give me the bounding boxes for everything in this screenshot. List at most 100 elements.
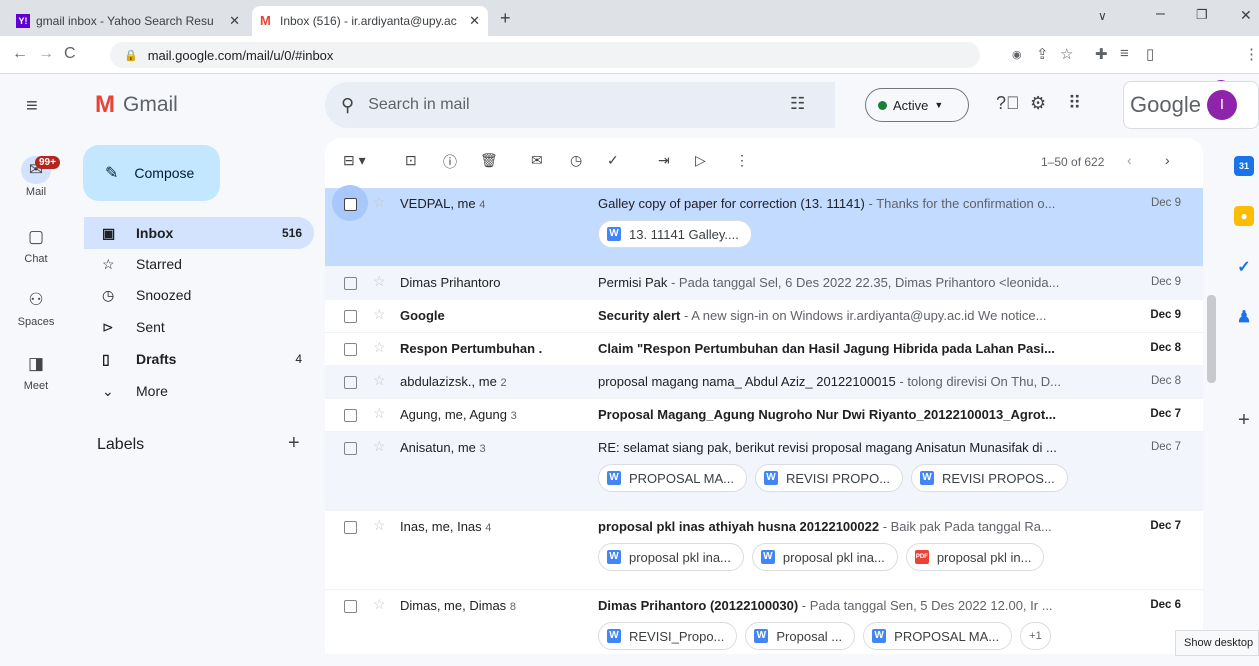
apps-grid-icon[interactable]: ⠿ <box>1068 93 1081 114</box>
add-to-tasks-icon[interactable]: ✓ <box>607 152 619 169</box>
settings-gear-icon[interactable]: ⚙ <box>1030 93 1046 114</box>
row-checkbox[interactable] <box>344 521 357 534</box>
rail-item-meet[interactable]: ◨ Meet <box>0 350 72 392</box>
more-attachments-chip[interactable]: +1 <box>1020 622 1051 650</box>
email-row[interactable]: ☆ Google Security alert - A new sign-in … <box>325 300 1203 333</box>
new-tab-button[interactable]: + <box>500 8 511 29</box>
attachment-chip[interactable]: W REVISI_Propo... <box>598 622 738 650</box>
older-page-icon[interactable]: › <box>1165 152 1170 168</box>
attachment-chip[interactable]: W Proposal ... <box>745 622 856 650</box>
add-label-button[interactable]: + <box>288 432 300 455</box>
keep-icon[interactable]: ● <box>1234 206 1254 226</box>
close-tab-icon[interactable]: ✕ <box>469 13 480 29</box>
sidebar-item-inbox[interactable]: ▣ Inbox 516 <box>84 217 314 249</box>
url-field[interactable]: 🔒 mail.google.com/mail/u/0/#inbox <box>110 42 980 68</box>
email-row[interactable]: ☆ Dimas Prihantoro Permisi Pak - Pada ta… <box>325 267 1203 300</box>
attachment-chip[interactable]: W PROPOSAL MA... <box>598 464 747 492</box>
reading-list-icon[interactable]: ≡ <box>1120 45 1129 62</box>
row-checkbox[interactable] <box>344 310 357 323</box>
more-options-icon[interactable]: ⋮ <box>735 152 749 169</box>
report-spam-icon[interactable]: ⓘ <box>443 152 457 172</box>
snooze-icon[interactable]: ◷ <box>570 152 582 169</box>
newer-page-icon[interactable]: ‹ <box>1127 152 1132 168</box>
move-to-icon[interactable]: ⇥ <box>658 152 670 169</box>
attachment-chip[interactable]: Wproposal pkl ina... <box>751 543 898 571</box>
rail-item-mail[interactable]: ✉ 99+ Mail <box>0 156 72 198</box>
close-tab-icon[interactable]: ✕ <box>229 13 240 29</box>
tab-yahoo-search[interactable]: Y! gmail inbox - Yahoo Search Resu ✕ <box>8 6 248 36</box>
chrome-menu-icon[interactable]: ⋮ <box>1244 45 1259 63</box>
attachment-chip[interactable]: W PROPOSAL MA... <box>863 622 1013 650</box>
search-bar[interactable]: ⚲ Search in mail <box>325 82 835 128</box>
main-menu-icon[interactable]: ≡ <box>26 95 38 118</box>
star-icon[interactable]: ☆ <box>373 306 386 323</box>
row-checkbox[interactable] <box>344 343 357 356</box>
star-icon[interactable]: ☆ <box>373 517 386 534</box>
status-button[interactable]: Active ▼ <box>865 88 969 122</box>
reload-icon[interactable]: C <box>64 45 76 63</box>
sidebar-item-more[interactable]: ⌄ More <box>84 375 314 407</box>
row-checkbox[interactable] <box>344 600 357 613</box>
email-row[interactable]: ☆ VEDPAL, me 4 Galley copy of paper for … <box>325 185 1203 267</box>
help-icon[interactable]: ?⃝ <box>996 93 1020 114</box>
scrollbar-thumb[interactable] <box>1207 295 1216 383</box>
star-icon[interactable]: ☆ <box>373 273 386 290</box>
row-checkbox[interactable] <box>344 376 357 389</box>
star-icon[interactable]: ☆ <box>373 405 386 422</box>
tasks-icon[interactable]: ✓ <box>1234 258 1254 278</box>
account-switcher[interactable]: Google I <box>1123 81 1259 129</box>
star-icon[interactable]: ☆ <box>373 438 386 455</box>
gmail-logo[interactable]: M Gmail <box>95 91 178 119</box>
attachment-chip[interactable]: Wproposal pkl ina... <box>598 543 744 571</box>
star-icon[interactable]: ☆ <box>373 596 386 613</box>
share-icon[interactable]: ⇪ <box>1036 45 1049 63</box>
delete-icon[interactable]: 🗑 <box>480 152 498 169</box>
sidebar-item-sent[interactable]: ⊳ Sent <box>84 311 314 343</box>
search-icon[interactable]: ⚲ <box>341 95 354 116</box>
get-addons-icon[interactable]: + <box>1234 410 1254 430</box>
sidebar-item-snoozed[interactable]: ◷ Snoozed <box>84 279 314 311</box>
compose-button[interactable]: ✎ Compose <box>83 145 220 201</box>
row-checkbox[interactable] <box>344 409 357 422</box>
mark-unread-icon[interactable]: ✉ <box>531 152 543 169</box>
select-checkbox-icon[interactable]: ⊟ ▾ <box>343 152 366 169</box>
star-icon[interactable]: ☆ <box>373 194 386 211</box>
email-row[interactable]: ☆ abdulazizsk., me 2 proposal magang nam… <box>325 366 1203 399</box>
account-avatar[interactable]: I <box>1206 90 1237 120</box>
bookmark-star-icon[interactable]: ☆ <box>1060 45 1073 63</box>
search-input[interactable]: Search in mail <box>368 96 469 114</box>
rail-item-chat[interactable]: ▢ Chat <box>0 223 72 265</box>
minimize-icon[interactable]: – <box>1156 5 1165 23</box>
back-icon[interactable]: ← <box>12 45 28 63</box>
attachment-chip[interactable]: W 13. 11141 Galley.... <box>598 220 752 248</box>
tab-gmail-inbox[interactable]: M Inbox (516) - ir.ardiyanta@upy.ac ✕ <box>252 6 488 36</box>
star-icon[interactable]: ☆ <box>373 339 386 356</box>
extensions-icon[interactable]: ✚ <box>1095 45 1108 63</box>
row-checkbox[interactable] <box>344 198 357 211</box>
email-row[interactable]: ☆ Agung, me, Agung 3 Proposal Magang_Agu… <box>325 399 1203 432</box>
contacts-icon[interactable]: ♟ <box>1234 308 1254 328</box>
sidebar-item-drafts[interactable]: ▯ Drafts 4 <box>84 343 314 375</box>
restore-icon[interactable]: ❐ <box>1196 7 1208 23</box>
star-icon[interactable]: ☆ <box>373 372 386 389</box>
email-row[interactable]: ☆ Dimas, me, Dimas 8 Dimas Prihantoro (2… <box>325 590 1203 654</box>
archive-icon[interactable]: ⊡ <box>405 152 417 169</box>
attachment-chip[interactable]: W REVISI PROPO... <box>755 464 904 492</box>
forward-icon[interactable]: → <box>38 45 54 63</box>
label-icon[interactable]: ▷ <box>695 152 706 169</box>
tracking-icon[interactable]: ◉ <box>1012 48 1022 61</box>
rail-item-spaces[interactable]: ⚇ Spaces <box>0 286 72 328</box>
sidebar-item-starred[interactable]: ☆ Starred <box>84 248 314 280</box>
calendar-icon[interactable]: 31 <box>1234 156 1254 176</box>
email-row[interactable]: ☆ Respon Pertumbuhan . Claim "Respon Per… <box>325 333 1203 366</box>
attachment-chip[interactable]: PDF proposal pkl in... <box>905 543 1045 571</box>
email-row[interactable]: ☆ Anisatun, me 3 RE: selamat siang pak, … <box>325 432 1203 511</box>
attachment-chip[interactable]: W REVISI PROPOS... <box>911 464 1068 492</box>
search-options-icon[interactable]: ☷ <box>790 94 805 114</box>
tab-search-chevron-icon[interactable]: ∨ <box>1098 9 1107 23</box>
window-close-icon[interactable]: ✕ <box>1240 7 1252 24</box>
email-row[interactable]: ☆ Inas, me, Inas 4 proposal pkl inas ath… <box>325 511 1203 590</box>
side-panel-icon[interactable]: ▯ <box>1146 45 1154 63</box>
row-checkbox[interactable] <box>344 277 357 290</box>
row-checkbox[interactable] <box>344 442 357 455</box>
